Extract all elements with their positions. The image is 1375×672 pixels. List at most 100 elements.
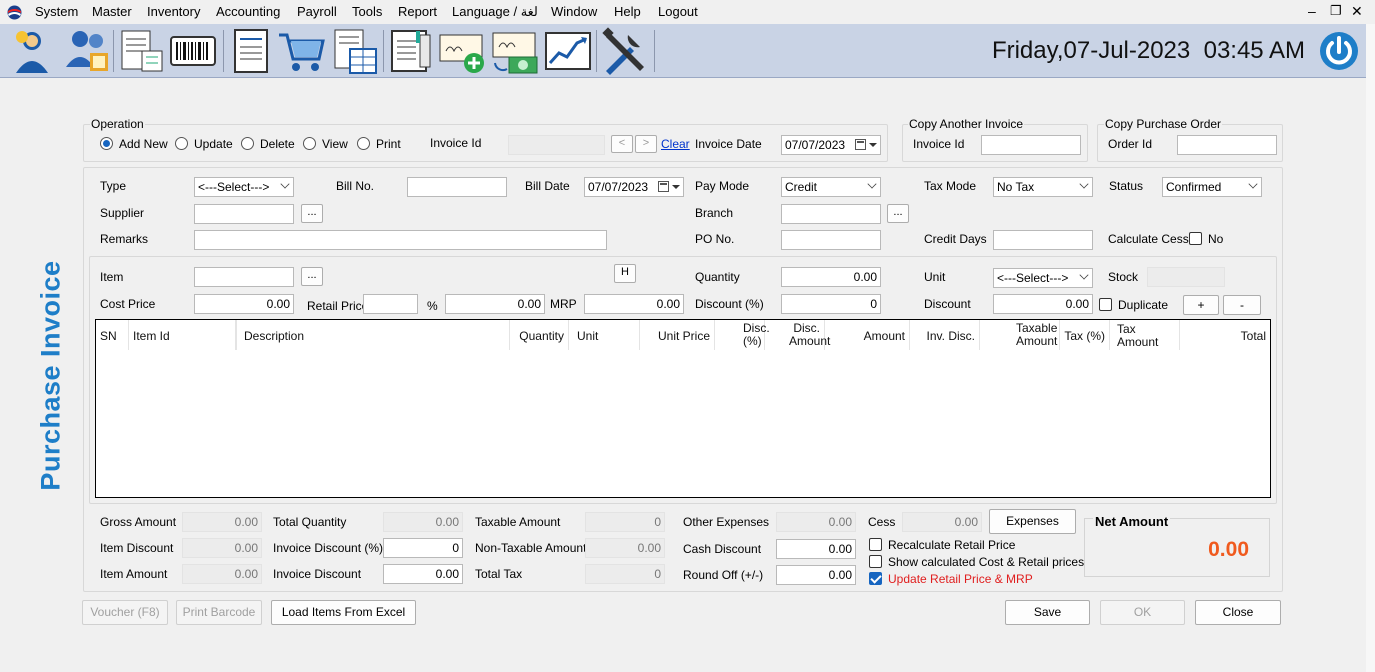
minimize-button[interactable]: – <box>1308 3 1316 19</box>
clear-link[interactable]: Clear <box>661 137 690 151</box>
item-browse-button[interactable]: ... <box>301 267 323 286</box>
barcode-icon[interactable] <box>168 27 218 75</box>
retail-price-field[interactable] <box>363 294 418 314</box>
menu-system[interactable]: System <box>35 4 78 19</box>
menu-accounting[interactable]: Accounting <box>216 4 280 19</box>
round-off-field[interactable]: 0.00 <box>776 565 856 585</box>
column-header[interactable]: Quantity <box>510 320 569 350</box>
ok-button[interactable]: OK <box>1100 600 1185 625</box>
column-header[interactable]: Total <box>1180 320 1270 350</box>
column-header[interactable]: Unit <box>569 320 640 350</box>
invoice-table-icon[interactable] <box>330 27 380 75</box>
invoice-id-field[interactable] <box>508 135 605 155</box>
print-barcode-button[interactable]: Print Barcode <box>176 600 262 625</box>
show-calculated-checkbox[interactable] <box>869 555 882 568</box>
remove-item-button[interactable]: - <box>1223 295 1261 315</box>
close-button[interactable]: Close <box>1195 600 1281 625</box>
cheque-add-icon[interactable] <box>438 27 488 75</box>
cheque-payment-icon[interactable] <box>491 27 541 75</box>
copy-invoice-legend: Copy Another Invoice <box>908 117 1025 131</box>
ledger-icon[interactable] <box>386 27 436 75</box>
mrp-field[interactable]: 0.00 <box>584 294 684 314</box>
report-list-icon[interactable] <box>116 27 166 75</box>
chart-icon[interactable] <box>543 27 593 75</box>
percent-field[interactable]: 0.00 <box>445 294 545 314</box>
menu-report[interactable]: Report <box>398 4 437 19</box>
power-icon[interactable] <box>1318 30 1360 72</box>
column-header[interactable]: Disc. (%) <box>715 320 770 350</box>
branch-browse-button[interactable]: ... <box>887 204 909 223</box>
invoice-discount-field[interactable]: 0.00 <box>383 564 463 584</box>
radio-update[interactable] <box>175 137 188 150</box>
column-header[interactable]: Inv. Disc. <box>910 320 980 350</box>
credit-days-field[interactable] <box>993 230 1093 250</box>
item-field[interactable] <box>194 267 294 287</box>
column-header[interactable]: Item Id <box>129 320 236 350</box>
voucher-button[interactable]: Voucher (F8) <box>82 600 168 625</box>
supplier-field[interactable] <box>194 204 294 224</box>
load-excel-button[interactable]: Load Items From Excel <box>271 600 416 625</box>
add-item-button[interactable]: + <box>1183 295 1219 315</box>
menu-payroll[interactable]: Payroll <box>297 4 337 19</box>
update-retail-checkbox[interactable] <box>869 572 882 585</box>
h-button[interactable]: H <box>614 264 636 283</box>
column-header[interactable]: Taxable Amount <box>980 320 1060 350</box>
column-header[interactable]: Tax Amount <box>1110 320 1180 350</box>
next-button[interactable]: > <box>635 135 657 153</box>
save-button[interactable]: Save <box>1005 600 1090 625</box>
status-select[interactable]: Confirmed <box>1162 177 1262 197</box>
cost-price-field[interactable]: 0.00 <box>194 294 294 314</box>
supplier-browse-button[interactable]: ... <box>301 204 323 223</box>
cash-discount-field[interactable]: 0.00 <box>776 539 856 559</box>
remarks-field[interactable] <box>194 230 607 250</box>
radio-add-new[interactable] <box>100 137 113 150</box>
users-icon[interactable] <box>6 27 56 75</box>
restore-button[interactable]: ❐ <box>1330 3 1342 19</box>
column-header[interactable]: Disc. Amount <box>765 320 830 350</box>
items-grid[interactable]: SN Item Id Description Quantity Unit Uni… <box>95 319 1271 498</box>
prev-button[interactable]: < <box>611 135 633 153</box>
recalculate-retail-checkbox[interactable] <box>869 538 882 551</box>
copy-invoice-id-field[interactable] <box>981 135 1081 155</box>
invoice-discount-pct-field[interactable]: 0 <box>383 538 463 558</box>
bill-no-field[interactable] <box>407 177 507 197</box>
radio-print[interactable] <box>357 137 370 150</box>
discount-pct-field[interactable]: 0 <box>781 294 881 314</box>
discount-field[interactable]: 0.00 <box>993 294 1093 314</box>
menu-logout[interactable]: Logout <box>658 4 698 19</box>
invoice-date-picker[interactable]: 07/07/2023 <box>781 135 881 155</box>
document-icon[interactable] <box>226 27 276 75</box>
menu-inventory[interactable]: Inventory <box>147 4 200 19</box>
radio-delete[interactable] <box>241 137 254 150</box>
radio-view[interactable] <box>303 137 316 150</box>
scrollbar[interactable] <box>1366 24 1375 672</box>
discount-pct-label: Discount (%) <box>695 297 764 311</box>
shopping-cart-icon[interactable] <box>277 27 327 75</box>
employee-icon[interactable] <box>62 27 112 75</box>
menu-help[interactable]: Help <box>614 4 641 19</box>
branch-field[interactable] <box>781 204 881 224</box>
column-header[interactable]: Description <box>236 320 510 350</box>
column-header[interactable]: SN <box>96 320 129 350</box>
po-no-field[interactable] <box>781 230 881 250</box>
expenses-button[interactable]: Expenses <box>989 509 1076 534</box>
menu-window[interactable]: Window <box>551 4 597 19</box>
column-header[interactable]: Unit Price <box>640 320 715 350</box>
quantity-field[interactable]: 0.00 <box>781 267 881 287</box>
calculate-cess-check-label: No <box>1208 232 1224 246</box>
pay-mode-select[interactable]: Credit <box>781 177 881 197</box>
calculate-cess-checkbox[interactable] <box>1189 232 1202 245</box>
unit-select[interactable]: <---Select---> <box>993 268 1093 288</box>
column-header[interactable]: Tax (%) <box>1060 320 1110 350</box>
duplicate-checkbox[interactable] <box>1099 298 1112 311</box>
column-header[interactable]: Amount <box>825 320 910 350</box>
menu-master[interactable]: Master <box>92 4 132 19</box>
bill-date-picker[interactable]: 07/07/2023 <box>584 177 684 197</box>
tax-mode-select[interactable]: No Tax <box>993 177 1093 197</box>
menu-tools[interactable]: Tools <box>352 4 382 19</box>
menu-language[interactable]: Language / لغة <box>452 4 538 20</box>
order-id-field[interactable] <box>1177 135 1277 155</box>
tools-icon[interactable] <box>600 27 650 75</box>
type-select[interactable]: <---Select---> <box>194 177 294 197</box>
close-window-button[interactable]: ✕ <box>1351 3 1363 20</box>
